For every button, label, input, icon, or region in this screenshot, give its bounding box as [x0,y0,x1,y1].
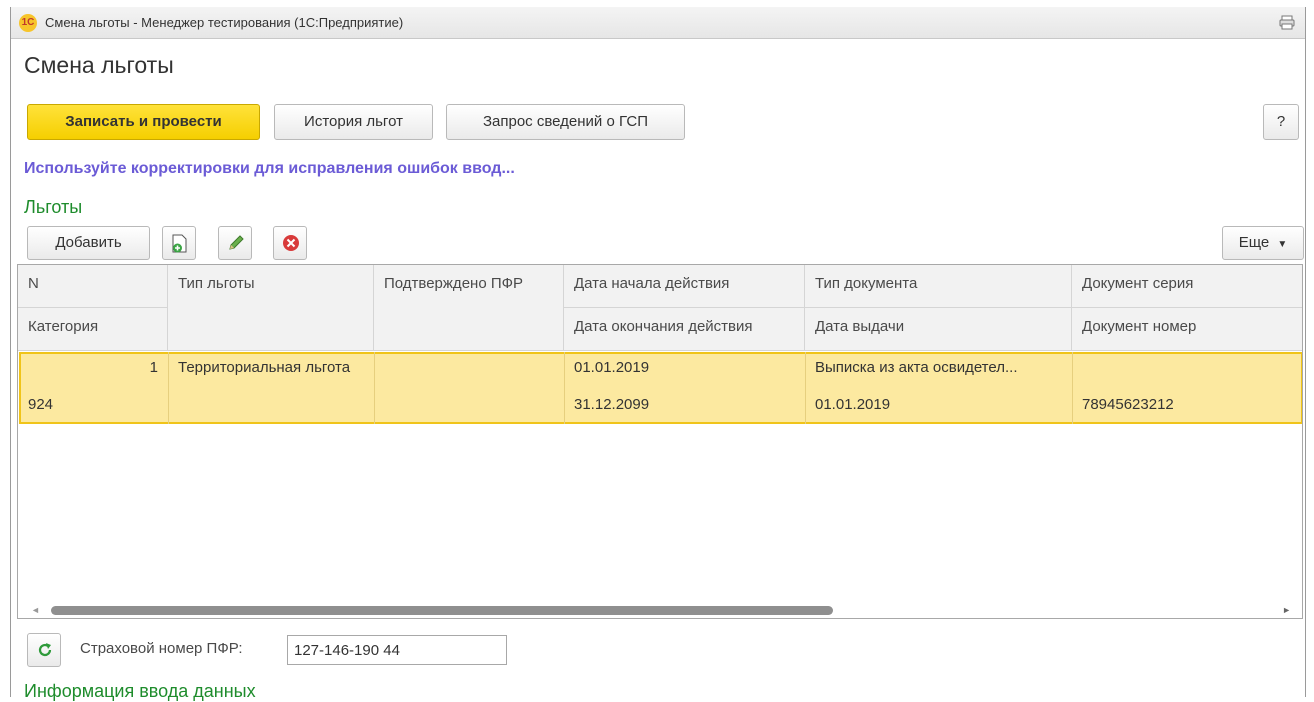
column-header-pfr-confirmed[interactable]: Подтверждено ПФР [374,265,564,351]
column-header-doc-series[interactable]: Документ серия [1072,265,1302,308]
add-copy-button[interactable] [162,226,196,260]
delete-button[interactable] [273,226,307,260]
gsp-request-button[interactable]: Запрос сведений о ГСП [446,104,685,140]
refresh-button[interactable] [27,633,61,667]
edit-button[interactable] [218,226,252,260]
cell-end-date[interactable]: 31.12.2099 [574,396,649,413]
data-input-info-title: Информация ввода данных [24,681,256,701]
scroll-right-icon[interactable]: ► [1282,605,1291,615]
save-and-post-button[interactable]: Записать и провести [27,104,260,140]
column-header-doc-number[interactable]: Документ номер [1072,308,1302,351]
add-document-icon [172,234,187,253]
cell-category[interactable]: 924 [28,396,53,413]
app-logo-icon: 1С [19,14,37,32]
scroll-thumb[interactable] [51,606,833,615]
cell-doc-type[interactable]: Выписка из акта освидетел... [815,359,1018,376]
horizontal-scrollbar[interactable]: ◄ ► [19,599,1301,617]
pencil-icon [229,235,244,250]
cell-doc-number[interactable]: 78945623212 [1082,396,1174,413]
column-header-doc-type[interactable]: Тип документа [805,265,1072,308]
page-title: Смена льготы [24,52,174,78]
benefit-history-button[interactable]: История льгот [274,104,433,140]
window-titlebar: 1С Смена льготы - Менеджер тестирования … [11,7,1305,39]
delete-icon [283,235,299,251]
scroll-left-icon[interactable]: ◄ [31,605,40,615]
cell-issue-date[interactable]: 01.01.2019 [815,396,890,413]
help-button[interactable]: ? [1263,104,1299,140]
correction-hint-link[interactable]: Используйте корректировки для исправлени… [24,160,515,178]
column-header-end-date[interactable]: Дата окончания действия [564,308,805,351]
dropdown-arrow-icon: ▼ [1277,239,1288,250]
column-header-n[interactable]: N [18,265,168,308]
pfr-number-label: Страховой номер ПФР: [80,640,243,657]
more-label: Еще [1238,234,1270,251]
benefits-section-title: Льготы [24,197,83,217]
print-icon[interactable] [1279,15,1295,30]
column-header-start-date[interactable]: Дата начала действия [564,265,805,308]
column-header-issue-date[interactable]: Дата выдачи [805,308,1072,351]
cell-n[interactable]: 1 [18,359,158,376]
refresh-icon [38,643,52,657]
window-title: Смена льготы - Менеджер тестирования (1С… [45,15,404,30]
benefits-table[interactable]: N Тип льготы Подтверждено ПФР Дата начал… [17,264,1303,619]
add-button[interactable]: Добавить [27,226,150,260]
cell-start-date[interactable]: 01.01.2019 [574,359,649,376]
column-header-category[interactable]: Категория [18,308,168,351]
column-header-benefit-type[interactable]: Тип льготы [168,265,374,351]
pfr-number-input[interactable] [287,635,507,665]
more-menu-button[interactable]: Еще ▼ [1222,226,1304,260]
cell-benefit-type[interactable]: Территориальная льгота [178,359,358,376]
